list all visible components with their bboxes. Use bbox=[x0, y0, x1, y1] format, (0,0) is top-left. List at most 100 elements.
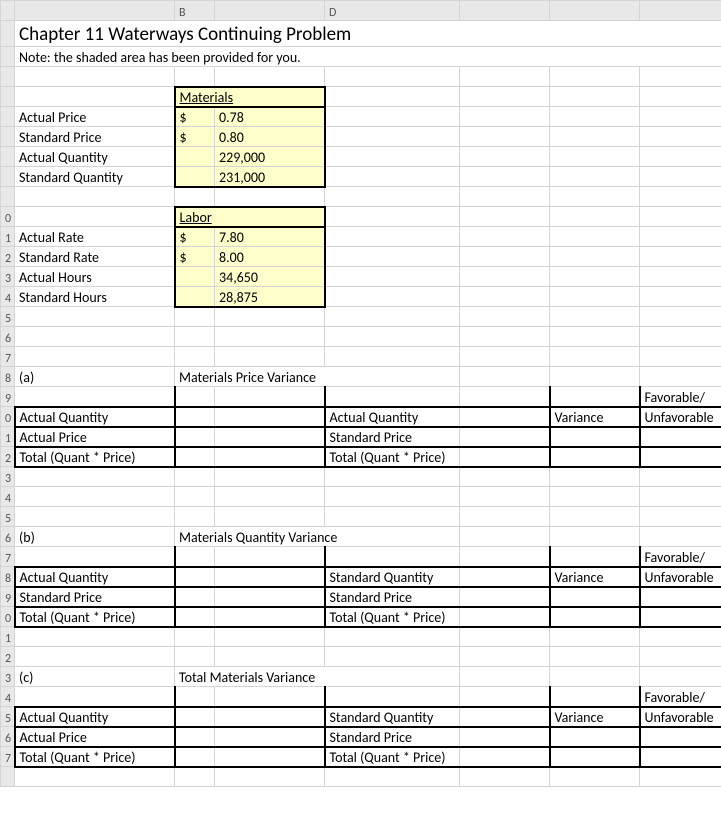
spreadsheet[interactable]: B D Chapter 11 Waterways Continuing Prob… bbox=[0, 0, 721, 822]
cell[interactable] bbox=[460, 247, 550, 267]
col-header[interactable] bbox=[215, 1, 325, 21]
row-header[interactable] bbox=[1, 147, 15, 167]
cell[interactable] bbox=[460, 467, 550, 487]
cell[interactable] bbox=[325, 347, 460, 367]
cell[interactable] bbox=[175, 467, 215, 487]
cell[interactable] bbox=[550, 227, 640, 247]
cell[interactable] bbox=[215, 407, 325, 427]
cell[interactable] bbox=[640, 767, 721, 787]
row-header[interactable]: 9 bbox=[1, 387, 15, 407]
cell[interactable] bbox=[15, 307, 175, 327]
cell[interactable] bbox=[215, 347, 325, 367]
cell[interactable] bbox=[550, 687, 640, 707]
cell[interactable] bbox=[640, 667, 721, 687]
cell[interactable] bbox=[215, 647, 325, 667]
cell[interactable] bbox=[640, 627, 721, 647]
row-header[interactable]: 6 bbox=[1, 327, 15, 347]
cell[interactable] bbox=[640, 307, 721, 327]
cell[interactable] bbox=[460, 107, 550, 127]
cell[interactable] bbox=[640, 327, 721, 347]
currency-cell[interactable] bbox=[175, 167, 215, 187]
value-cell[interactable]: 231,000 bbox=[215, 167, 325, 187]
cell[interactable] bbox=[325, 207, 460, 227]
cell[interactable] bbox=[550, 247, 640, 267]
row-header[interactable] bbox=[1, 21, 15, 47]
row-header[interactable]: 0 bbox=[1, 607, 15, 627]
row-header[interactable]: 3 bbox=[1, 467, 15, 487]
cell[interactable] bbox=[460, 367, 550, 387]
cell[interactable] bbox=[460, 627, 550, 647]
cell[interactable] bbox=[550, 767, 640, 787]
row-header[interactable]: 5 bbox=[1, 507, 15, 527]
currency-cell[interactable] bbox=[175, 147, 215, 167]
cell[interactable] bbox=[640, 527, 721, 547]
cell[interactable] bbox=[175, 727, 215, 747]
cell[interactable] bbox=[215, 607, 325, 627]
cell[interactable] bbox=[550, 427, 640, 447]
value-cell[interactable]: 0.78 bbox=[215, 107, 325, 127]
cell[interactable] bbox=[175, 307, 215, 327]
row-header[interactable]: 4 bbox=[1, 687, 15, 707]
cell[interactable] bbox=[15, 87, 175, 107]
cell[interactable] bbox=[460, 727, 550, 747]
value-cell[interactable]: 7.80 bbox=[215, 227, 325, 247]
col-header[interactable] bbox=[460, 1, 550, 21]
cell[interactable] bbox=[460, 447, 550, 467]
value-cell[interactable]: 28,875 bbox=[215, 287, 325, 307]
cell[interactable] bbox=[215, 67, 325, 87]
cell[interactable] bbox=[325, 307, 460, 327]
cell[interactable] bbox=[175, 767, 215, 787]
cell[interactable] bbox=[175, 647, 215, 667]
cell[interactable] bbox=[640, 247, 721, 267]
cell[interactable] bbox=[550, 67, 640, 87]
cell[interactable] bbox=[550, 467, 640, 487]
row-header[interactable]: 5 bbox=[1, 707, 15, 727]
cell[interactable] bbox=[215, 327, 325, 347]
cell[interactable] bbox=[175, 507, 215, 527]
cell[interactable] bbox=[460, 507, 550, 527]
cell[interactable] bbox=[175, 547, 215, 567]
cell[interactable] bbox=[460, 287, 550, 307]
row-header[interactable] bbox=[1, 87, 15, 107]
cell[interactable] bbox=[550, 667, 640, 687]
value-cell[interactable]: 8.00 bbox=[215, 247, 325, 267]
cell[interactable] bbox=[325, 647, 460, 667]
cell[interactable] bbox=[460, 747, 550, 767]
cell[interactable] bbox=[460, 267, 550, 287]
cell[interactable] bbox=[640, 747, 721, 767]
cell[interactable] bbox=[325, 547, 460, 567]
cell[interactable] bbox=[215, 567, 325, 587]
cell[interactable] bbox=[640, 487, 721, 507]
cell[interactable] bbox=[550, 527, 640, 547]
currency-cell[interactable] bbox=[175, 267, 215, 287]
cell[interactable] bbox=[640, 447, 721, 467]
row-header[interactable]: 3 bbox=[1, 267, 15, 287]
cell[interactable] bbox=[325, 767, 460, 787]
cell[interactable] bbox=[550, 387, 640, 407]
cell[interactable] bbox=[550, 727, 640, 747]
cell[interactable] bbox=[325, 487, 460, 507]
cell[interactable] bbox=[325, 187, 460, 207]
cell[interactable] bbox=[550, 147, 640, 167]
cell[interactable] bbox=[325, 327, 460, 347]
cell[interactable] bbox=[15, 347, 175, 367]
row-header[interactable]: 1 bbox=[1, 227, 15, 247]
cell[interactable] bbox=[640, 107, 721, 127]
currency-cell[interactable]: $ bbox=[175, 127, 215, 147]
cell[interactable] bbox=[325, 127, 460, 147]
cell[interactable] bbox=[460, 307, 550, 327]
cell[interactable] bbox=[215, 587, 325, 607]
cell[interactable] bbox=[550, 587, 640, 607]
row-header[interactable]: 1 bbox=[1, 627, 15, 647]
cell[interactable] bbox=[325, 247, 460, 267]
cell[interactable] bbox=[215, 767, 325, 787]
cell[interactable] bbox=[215, 507, 325, 527]
cell[interactable] bbox=[550, 607, 640, 627]
cell[interactable] bbox=[215, 487, 325, 507]
cell[interactable] bbox=[175, 327, 215, 347]
cell[interactable] bbox=[175, 707, 215, 727]
cell[interactable] bbox=[460, 427, 550, 447]
cell[interactable] bbox=[175, 487, 215, 507]
cell[interactable] bbox=[460, 607, 550, 627]
cell[interactable] bbox=[325, 627, 460, 647]
